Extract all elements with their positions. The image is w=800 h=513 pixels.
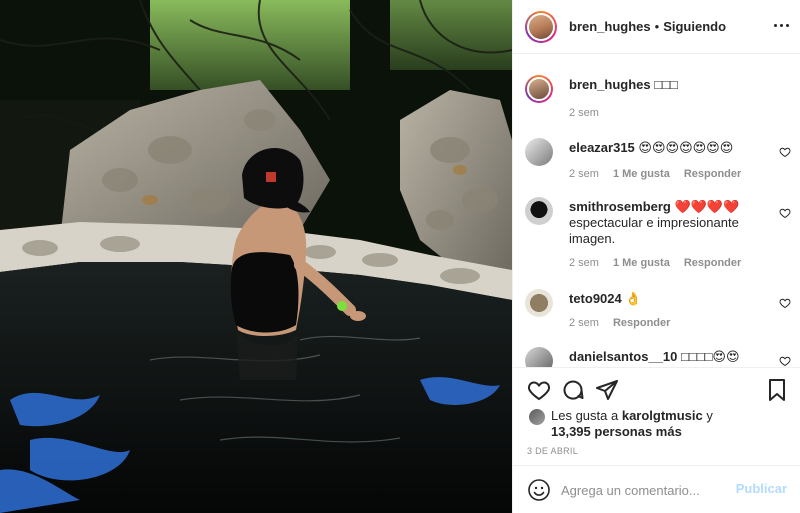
commenter-avatar[interactable] — [525, 197, 553, 225]
likes-summary: Les gusta a karolgtmusic y 13,395 person… — [529, 408, 713, 440]
comment-bubble-icon[interactable] — [561, 378, 585, 402]
caption-meta: 2 sem — [569, 107, 599, 119]
comment-input[interactable] — [561, 480, 731, 500]
post-header: bren_hughes • Siguiendo — [513, 0, 800, 54]
separator-dot: • — [654, 19, 660, 34]
likes-connector: y — [706, 408, 713, 423]
liker-avatar[interactable] — [529, 409, 545, 425]
add-comment-bar: Publicar — [513, 465, 800, 513]
post-side-panel: bren_hughes • Siguiendo bren_hughes □□□ … — [512, 0, 800, 513]
comment-username[interactable]: teto9024 — [569, 291, 622, 306]
avatar[interactable] — [525, 10, 557, 43]
reply-button[interactable]: Responder — [613, 317, 670, 329]
caption-time: 2 sem — [569, 107, 599, 119]
commenter-avatar[interactable] — [525, 138, 553, 166]
likes-count[interactable]: 13,395 personas más — [551, 424, 682, 439]
comment-like-heart-icon[interactable] — [779, 297, 791, 309]
caption-content: □□□ — [654, 77, 678, 92]
caption-avatar[interactable] — [525, 75, 553, 103]
comment-content: □□□□😍😍 — [681, 349, 740, 364]
comment-meta: 2 sem Responder — [569, 317, 670, 329]
liker-username[interactable]: karolgtmusic — [622, 408, 703, 423]
following-button[interactable]: Siguiendo — [663, 19, 726, 34]
comment-meta: 2 sem 1 Me gusta Responder — [569, 257, 741, 269]
post-author-username[interactable]: bren_hughes — [569, 19, 651, 34]
comment-like-heart-icon[interactable] — [779, 207, 791, 219]
comment-like-heart-icon[interactable] — [779, 355, 791, 367]
comment-time: 2 sem — [569, 317, 599, 329]
emoji-smile-icon[interactable] — [527, 478, 551, 502]
comment-like-heart-icon[interactable] — [779, 146, 791, 158]
comment-meta: 2 sem 1 Me gusta Responder — [569, 168, 741, 180]
comment-text: eleazar315 😍😍😍😍😍😍😍 — [569, 140, 759, 156]
post-actions: Les gusta a karolgtmusic y 13,395 person… — [513, 367, 800, 465]
post-date[interactable]: 3 DE ABRIL — [527, 446, 578, 456]
post-comment-button[interactable]: Publicar — [736, 481, 787, 496]
more-options-icon[interactable] — [774, 24, 789, 27]
comment-username[interactable]: smithrosemberg — [569, 199, 671, 214]
comment-text: smithrosemberg ❤️❤️❤️❤️ espectacular e i… — [569, 199, 759, 247]
reply-button[interactable]: Responder — [684, 168, 741, 180]
caption-username[interactable]: bren_hughes — [569, 77, 651, 92]
commenter-avatar[interactable] — [525, 289, 553, 317]
comment-username[interactable]: danielsantos__10 — [569, 349, 677, 364]
post-photo[interactable] — [0, 0, 512, 513]
caption-text: bren_hughes □□□ — [569, 77, 759, 93]
likes-prefix: Les gusta a — [551, 408, 619, 423]
comment-time: 2 sem — [569, 257, 599, 269]
save-bookmark-icon[interactable] — [765, 378, 789, 402]
avatar-image — [527, 12, 555, 41]
comment-content: 😍😍😍😍😍😍😍 — [638, 140, 734, 155]
comment-content: 👌 — [625, 291, 642, 306]
comments-list[interactable]: bren_hughes □□□ 2 sem eleazar315 😍😍😍😍😍😍😍… — [513, 55, 800, 367]
like-heart-icon[interactable] — [527, 378, 551, 402]
comment-likes[interactable]: 1 Me gusta — [613, 168, 670, 180]
comment-username[interactable]: eleazar315 — [569, 140, 635, 155]
photo-illustration — [0, 0, 512, 513]
comment-likes[interactable]: 1 Me gusta — [613, 257, 670, 269]
share-paper-plane-icon[interactable] — [595, 378, 619, 402]
comment-time: 2 sem — [569, 168, 599, 180]
reply-button[interactable]: Responder — [684, 257, 741, 269]
comment-text: teto9024 👌 — [569, 291, 759, 307]
commenter-avatar[interactable] — [525, 347, 553, 367]
comment-text: danielsantos__10 □□□□😍😍 — [569, 349, 759, 365]
